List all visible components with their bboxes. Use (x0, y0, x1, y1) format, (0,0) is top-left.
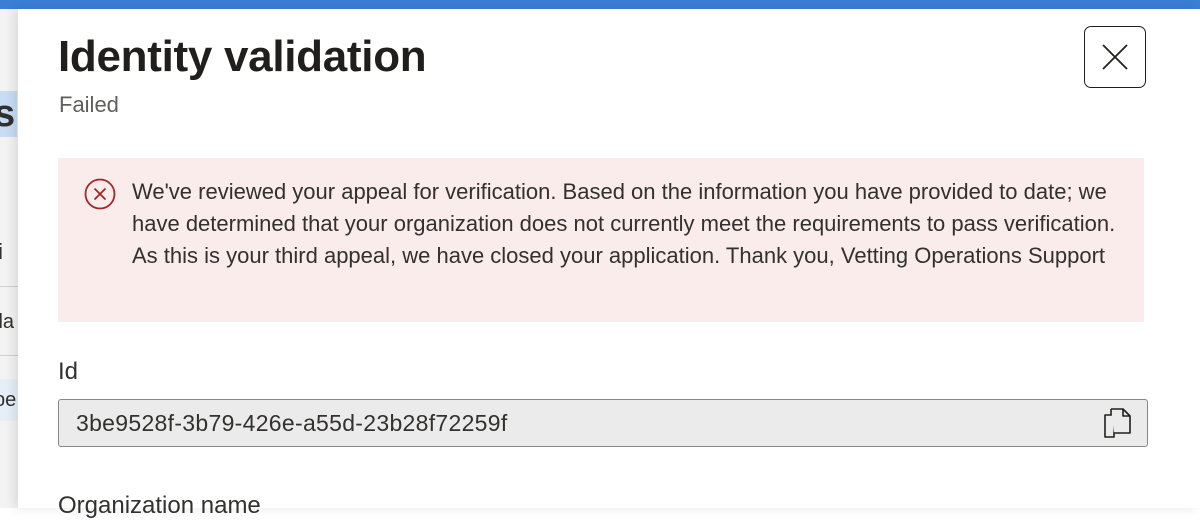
identity-validation-panel: Identity validation Failed We've reviewe… (18, 9, 1200, 519)
error-circle-icon (84, 178, 116, 210)
copy-button[interactable] (1101, 407, 1133, 439)
organization-name-label: Organization name (58, 492, 261, 519)
id-field[interactable]: 3be9528f-3b79-426e-a55d-23b28f72259f (58, 399, 1148, 447)
background-divider (0, 286, 18, 287)
id-value[interactable]: 3be9528f-3b79-426e-a55d-23b28f72259f (76, 409, 508, 437)
error-message-text: We've reviewed your appeal for verificat… (132, 179, 1116, 268)
status-text: Failed (59, 92, 119, 117)
close-icon (1102, 44, 1128, 70)
error-message-bar: We've reviewed your appeal for verificat… (58, 158, 1144, 322)
background-text-fragment: pe (0, 379, 18, 421)
close-button[interactable] (1084, 26, 1146, 88)
background-divider (0, 355, 18, 356)
panel-title: Identity validation (58, 32, 427, 81)
id-label: Id (58, 358, 79, 385)
background-text-fragment: ila (0, 311, 15, 333)
background-heading-fragment: s (0, 91, 18, 137)
background-page: s ti ila pe (0, 9, 18, 508)
top-accent-bar (0, 0, 1200, 9)
copy-icon (1104, 408, 1131, 438)
background-text-fragment: ti (0, 239, 3, 264)
